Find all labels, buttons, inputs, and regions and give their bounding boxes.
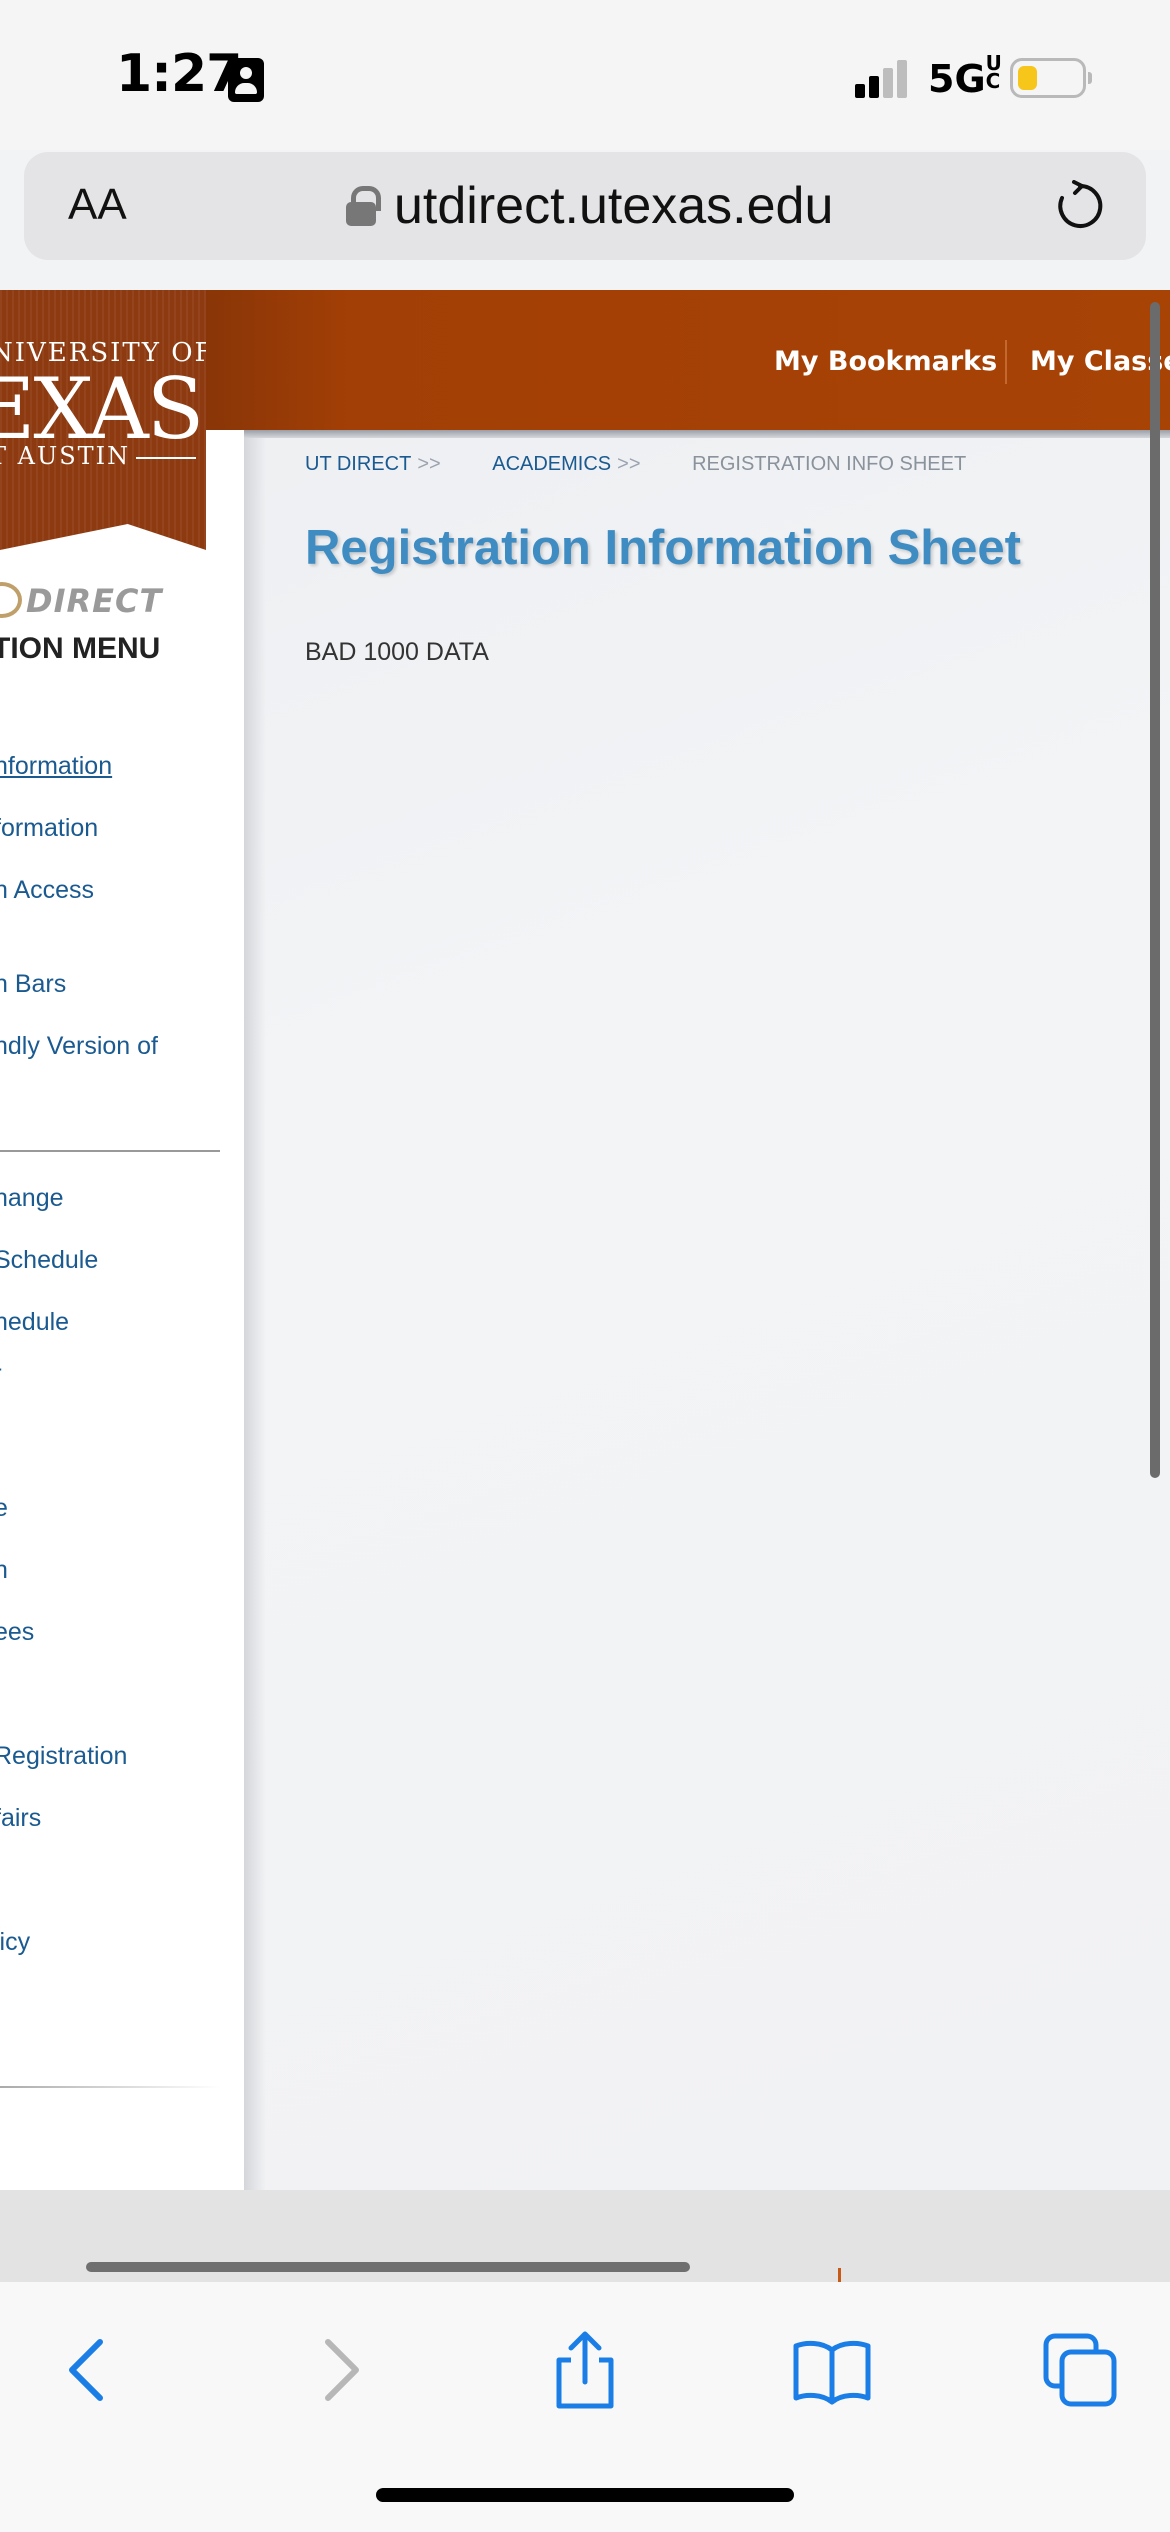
page-title: Registration Information Sheet [305, 521, 1022, 575]
sidebar-divider [0, 1150, 220, 1152]
sidebar-link[interactable]: Registration [0, 1742, 127, 1771]
battery-level [1018, 66, 1037, 90]
cellular-signal-icon [855, 60, 915, 98]
sidebar-link[interactable]: ndly Version of [0, 1032, 158, 1061]
sidebar-link[interactable]: Schedule [0, 1246, 98, 1275]
sidebar-link[interactable]: hedule [0, 1308, 69, 1337]
share-icon[interactable] [545, 2330, 625, 2410]
university-logo[interactable]: NIVERSITY OF EXAS T AUSTIN [0, 290, 206, 550]
error-message: BAD 1000 DATA [305, 638, 489, 666]
tabs-icon[interactable] [1040, 2330, 1120, 2410]
sidebar-link[interactable]: nformation [0, 752, 112, 781]
breadcrumb-academics[interactable]: ACADEMICS [492, 453, 611, 475]
sidebar-divider [0, 2086, 220, 2088]
url-text[interactable]: utdirect.utexas.edu [394, 176, 833, 236]
sidebar-link[interactable]: hange [0, 1184, 64, 1213]
nav-my-bookmarks[interactable]: My Bookmarks [774, 346, 997, 377]
reload-icon[interactable] [1054, 180, 1106, 232]
sidebar-link[interactable]: fairs [0, 1804, 41, 1833]
sidebar-link[interactable]: - [0, 1354, 2, 1383]
battery-icon [1010, 58, 1092, 98]
sidebar-link[interactable]: e [0, 1494, 8, 1523]
sidebar-link[interactable]: ees [0, 1618, 34, 1647]
sidebar-link[interactable]: formation [0, 814, 98, 843]
web-page: My Bookmarks My Classe NIVERSITY OF EXAS… [0, 290, 1170, 2190]
breadcrumb: UT DIRECT >> ACADEMICS >> REGISTRATION INF… [305, 453, 967, 475]
sidebar-link[interactable]: n Access [0, 876, 94, 905]
sidebar-link[interactable]: licy [0, 1928, 30, 1957]
home-indicator [376, 2488, 794, 2502]
sidebar-link[interactable]: n [0, 1556, 8, 1585]
forward-chevron-icon[interactable] [300, 2330, 380, 2410]
text-size-button[interactable]: AA [68, 180, 127, 230]
vertical-scrollbar[interactable] [1150, 302, 1160, 1478]
breadcrumb-current: REGISTRATION INFO SHEET [692, 453, 967, 475]
utdirect-logo: DIRECT [26, 582, 163, 620]
nav-divider [1005, 340, 1007, 384]
contact-card-icon [228, 58, 264, 102]
nav-my-classes[interactable]: My Classe [1030, 346, 1170, 377]
menu-title: TION MENU [0, 632, 161, 665]
address-bar[interactable]: AA utdirect.utexas.edu [24, 152, 1146, 260]
status-bar: 1:27 5GUC [0, 0, 1170, 150]
horizontal-scrollbar[interactable] [86, 2262, 690, 2272]
lock-icon [346, 186, 381, 226]
sidebar-link[interactable]: n Bars [0, 970, 66, 999]
breadcrumb-ut-direct[interactable]: UT DIRECT [305, 453, 411, 475]
network-type: 5GUC [928, 51, 1002, 101]
sidebar-shadow [244, 438, 266, 2190]
bookmarks-book-icon[interactable] [792, 2330, 872, 2410]
status-time: 1:27 [116, 44, 242, 104]
back-chevron-icon[interactable] [48, 2330, 128, 2410]
